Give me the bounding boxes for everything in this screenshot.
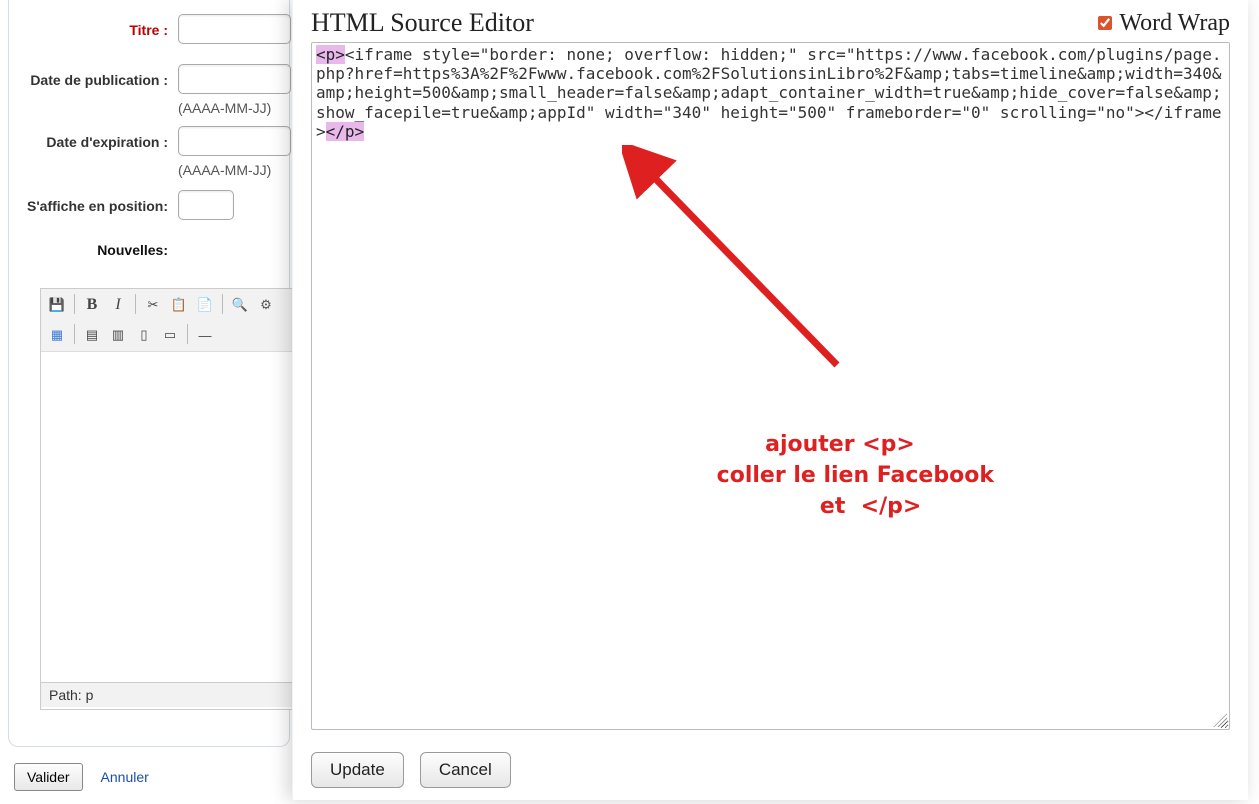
editor-body[interactable] bbox=[41, 352, 301, 682]
row-after-icon[interactable]: ▥ bbox=[106, 323, 130, 347]
source-content: <iframe style="border: none; overflow: h… bbox=[316, 45, 1222, 141]
label-position: S'affiche en position: bbox=[0, 190, 178, 216]
input-titre[interactable] bbox=[178, 14, 291, 44]
toolbar-separator bbox=[187, 324, 188, 344]
col-after-icon[interactable]: ▭ bbox=[158, 323, 182, 347]
label-nouvelles: Nouvelles: bbox=[0, 236, 168, 258]
hint-date-publication: (AAAA-MM-JJ) bbox=[178, 100, 300, 116]
col-before-icon[interactable]: ▯ bbox=[132, 323, 156, 347]
source-close-tag: </p> bbox=[326, 122, 365, 141]
toolbar-separator bbox=[74, 324, 75, 344]
html-source-editor-modal: HTML Source Editor Word Wrap <p><iframe … bbox=[292, 0, 1248, 800]
cancel-button[interactable]: Cancel bbox=[420, 752, 511, 788]
label-date-publication: Date de publication : bbox=[0, 64, 178, 90]
valider-button[interactable]: Valider bbox=[14, 763, 83, 791]
input-date-publication[interactable] bbox=[178, 64, 291, 94]
copy-icon[interactable]: 📋 bbox=[167, 293, 191, 317]
editor-path-label: Path: bbox=[49, 687, 86, 703]
input-position[interactable] bbox=[178, 190, 234, 220]
replace-icon[interactable]: ⚙ bbox=[254, 293, 278, 317]
hr-icon[interactable]: — bbox=[193, 323, 217, 347]
editor-path-value: p bbox=[86, 687, 94, 703]
italic-icon[interactable]: I bbox=[106, 293, 130, 317]
editor-toolbar: 💾 B I ✂ 📋 📄 🔍 ⚙ ▦ ▤ ▥ ▯ ▭ — bbox=[41, 289, 301, 352]
table-icon[interactable]: ▦ bbox=[45, 323, 69, 347]
cut-icon[interactable]: ✂ bbox=[141, 293, 165, 317]
toolbar-separator bbox=[74, 294, 75, 314]
source-open-tag: <p> bbox=[316, 45, 345, 64]
label-date-expiration: Date d'expiration : bbox=[0, 126, 178, 152]
annuler-link[interactable]: Annuler bbox=[101, 769, 149, 785]
paste-icon[interactable]: 📄 bbox=[193, 293, 217, 317]
editor-status-bar: Path: p bbox=[41, 682, 301, 707]
wordwrap-checkbox[interactable] bbox=[1098, 16, 1112, 30]
modal-title: HTML Source Editor bbox=[311, 8, 534, 38]
rich-text-editor: 💾 B I ✂ 📋 📄 🔍 ⚙ ▦ ▤ ▥ ▯ ▭ — Path: p bbox=[40, 288, 302, 710]
bold-icon[interactable]: B bbox=[80, 293, 104, 317]
wordwrap-label: Word Wrap bbox=[1119, 10, 1230, 37]
resize-handle-icon[interactable] bbox=[1213, 713, 1227, 727]
save-icon[interactable]: 💾 bbox=[45, 293, 69, 317]
find-icon[interactable]: 🔍 bbox=[228, 293, 252, 317]
label-titre: Titre : bbox=[0, 14, 178, 40]
update-button[interactable]: Update bbox=[311, 752, 404, 788]
input-date-expiration[interactable] bbox=[178, 126, 291, 156]
hint-date-expiration: (AAAA-MM-JJ) bbox=[178, 162, 300, 178]
source-textarea[interactable]: <p><iframe style="border: none; overflow… bbox=[311, 42, 1230, 730]
toolbar-separator bbox=[222, 294, 223, 314]
wordwrap-toggle[interactable]: Word Wrap bbox=[1094, 10, 1230, 37]
row-before-icon[interactable]: ▤ bbox=[80, 323, 104, 347]
toolbar-separator bbox=[135, 294, 136, 314]
